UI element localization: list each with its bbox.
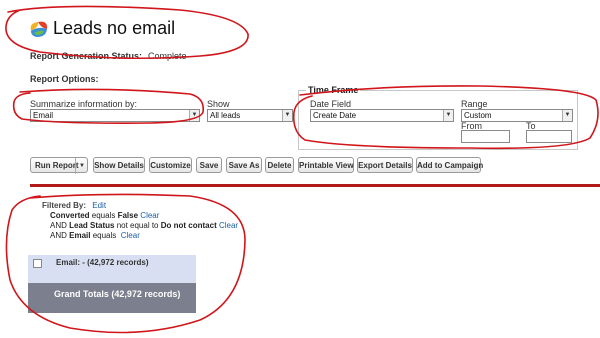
from-date-input[interactable] bbox=[461, 130, 510, 143]
chevron-down-icon: ▼ bbox=[443, 110, 453, 121]
filter-clear-link[interactable]: Clear bbox=[219, 221, 238, 230]
chevron-down-icon: ▼ bbox=[282, 110, 292, 121]
chevron-down-icon: ▼ bbox=[75, 158, 85, 174]
group-row-label: Email: - (42,972 records) bbox=[56, 258, 149, 267]
to-date-input[interactable] bbox=[526, 130, 572, 143]
report-status-value: Complete bbox=[148, 51, 187, 61]
range-select-value: Custom bbox=[464, 111, 492, 120]
filter-operator: equals bbox=[90, 231, 119, 240]
filter-line-converted: Converted equals False Clear bbox=[50, 211, 238, 221]
show-select-value: All leads bbox=[210, 111, 241, 120]
filter-field: Email bbox=[69, 231, 91, 240]
show-details-button[interactable]: Show Details bbox=[93, 157, 145, 173]
group-row-checkbox[interactable] bbox=[33, 259, 42, 268]
range-label: Range bbox=[461, 99, 488, 109]
printable-view-button[interactable]: Printable View bbox=[298, 157, 354, 173]
filter-summary: Filtered By: Edit Converted equals False… bbox=[42, 201, 238, 241]
chevron-down-icon: ▼ bbox=[562, 110, 572, 121]
export-details-button[interactable]: Export Details bbox=[357, 157, 413, 173]
filtered-by-label: Filtered By: bbox=[42, 201, 87, 210]
filter-field: Lead Status bbox=[69, 221, 115, 230]
customize-button[interactable]: Customize bbox=[149, 157, 192, 173]
filter-clear-link[interactable]: Clear bbox=[140, 211, 159, 220]
page-title: Leads no email bbox=[53, 18, 176, 38]
report-options-label: Report Options: bbox=[30, 74, 99, 84]
filter-value: Do not contact bbox=[160, 221, 217, 230]
report-status-label: Report Generation Status: bbox=[30, 51, 143, 61]
date-field-select[interactable]: Create Date ▼ bbox=[310, 109, 454, 122]
filter-line-email: AND Email equals Clear bbox=[50, 231, 238, 241]
save-as-button[interactable]: Save As bbox=[226, 157, 262, 173]
filter-value: False bbox=[117, 211, 139, 220]
summarize-select[interactable]: Email ▼ bbox=[30, 109, 200, 122]
add-to-campaign-button[interactable]: Add to Campaign bbox=[416, 157, 483, 173]
timeframe-legend: Time Frame bbox=[306, 85, 361, 95]
run-report-button[interactable]: Run Report ▼ bbox=[30, 157, 88, 174]
save-button[interactable]: Save bbox=[196, 157, 222, 173]
filter-clear-link[interactable]: Clear bbox=[121, 231, 140, 240]
filter-header: Filtered By: Edit bbox=[42, 201, 238, 211]
show-select[interactable]: All leads ▼ bbox=[207, 109, 293, 122]
chevron-down-icon: ▼ bbox=[189, 110, 199, 121]
run-report-label: Run Report bbox=[35, 161, 79, 170]
cloud-logo-icon bbox=[30, 21, 48, 37]
filter-edit-link[interactable]: Edit bbox=[92, 201, 106, 210]
report-status: Report Generation Status: Complete bbox=[30, 51, 187, 61]
delete-button[interactable]: Delete bbox=[265, 157, 294, 173]
section-divider bbox=[30, 184, 600, 187]
summarize-select-value: Email bbox=[33, 111, 54, 120]
filter-operator: not equal to bbox=[114, 221, 161, 230]
filter-prefix: AND bbox=[50, 221, 70, 230]
date-field-label: Date Field bbox=[310, 99, 352, 109]
summarize-label: Summarize information by: bbox=[30, 99, 138, 109]
filter-prefix: AND bbox=[50, 231, 70, 240]
filter-field: Converted bbox=[50, 211, 90, 220]
grand-totals-label: Grand Totals (42,972 records) bbox=[54, 289, 181, 299]
filter-operator: equals bbox=[89, 211, 118, 220]
filter-line-lead-status: AND Lead Status not equal to Do not cont… bbox=[50, 221, 238, 231]
date-field-select-value: Create Date bbox=[313, 111, 357, 120]
show-label: Show bbox=[207, 99, 230, 109]
